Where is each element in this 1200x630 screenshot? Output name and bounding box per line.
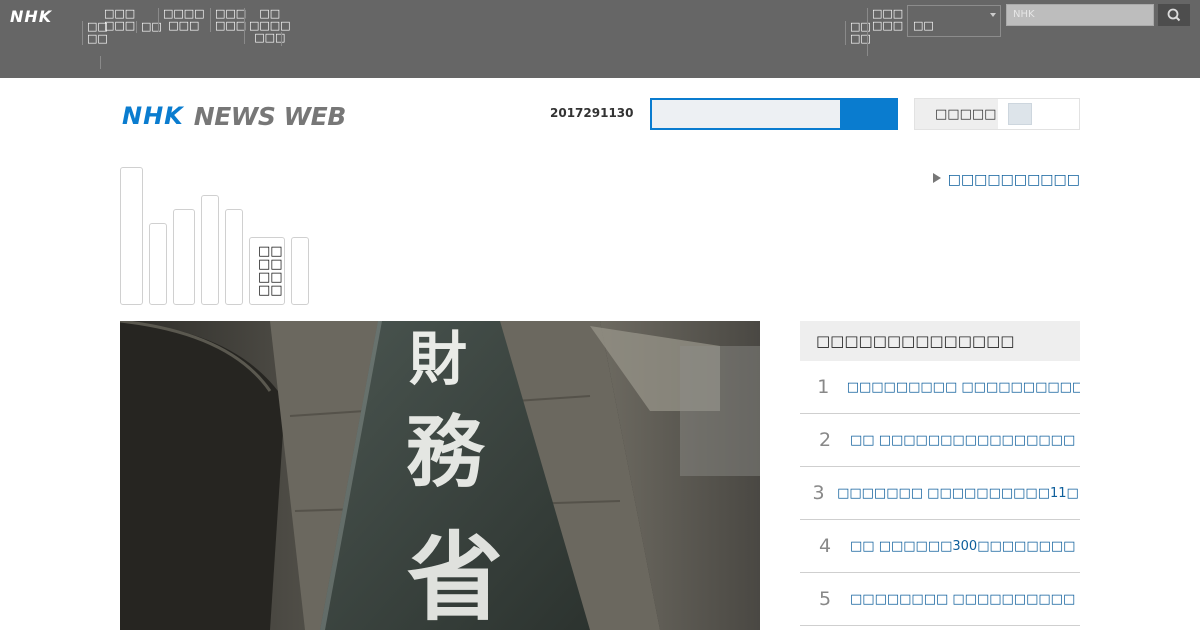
news-web-logo[interactable]: NHK NEWS WEB [122, 100, 346, 132]
triangle-right-icon [932, 173, 941, 183]
ranking-item-title[interactable]: □□ □□□□□□300□□□□□□□□ [850, 539, 1075, 554]
keyword-search-input[interactable] [652, 100, 840, 128]
ranking-item[interactable]: 1 □□□□□□□□□ □□□□□□□□□□□ [800, 361, 1080, 414]
display-toggle-label: □□□□□ [935, 107, 997, 122]
nhk-search-button[interactable] [1158, 4, 1190, 26]
date-text: 2017291130 [550, 106, 634, 120]
category-tab[interactable] [120, 167, 143, 305]
svg-text:省: 省 [407, 521, 503, 630]
ministry-sign-image: 財 務 省 [120, 321, 760, 630]
global-nav-item[interactable]: □□ □□□□ □□□ [244, 8, 295, 44]
news-web-logo-text: NEWS WEB [193, 101, 347, 131]
category-tab[interactable] [173, 209, 195, 305]
ranking-item[interactable]: 4 □□ □□□□□□300□□□□□□□□ [800, 520, 1080, 573]
nhk-search-input[interactable]: NHK [1006, 4, 1154, 26]
ranking-item[interactable]: 3 □□□□□□□ □□□□□□□□□□11□□□□□□□□ [800, 467, 1080, 520]
sign-character: 財 [409, 325, 467, 393]
category-tab[interactable] [291, 237, 309, 305]
global-nav-item[interactable]: □□□□ □□□ [158, 8, 209, 32]
ranking-number: 5 [818, 588, 832, 610]
search-icon [1167, 8, 1181, 22]
ranking-number: 1 [817, 376, 830, 398]
ranking-item[interactable]: 2 □□ □□□□□□□□□□□□□□□□ [800, 414, 1080, 467]
category-tab[interactable]: □□ □□ □□ □□ [249, 237, 285, 305]
category-tab[interactable] [149, 223, 167, 305]
category-tab[interactable] [201, 195, 219, 305]
ranking-item[interactable]: 5 □□□□□□□□ □□□□□□□□□□ [800, 573, 1080, 626]
category-tab-label: □□ □□ □□ □□ [258, 244, 283, 298]
more-news-link-label: □□□□□□□□□□ [947, 172, 1080, 188]
global-nav-item[interactable]: □□□ □□□ [100, 8, 139, 32]
nav-divider [281, 32, 282, 46]
ranking-item-title[interactable]: □□ □□□□□□□□□□□□□□□□ [850, 433, 1075, 448]
ranking-item-title[interactable]: □□□□□□□□ □□□□□□□□□□ [850, 592, 1075, 607]
global-nav-item[interactable]: □□□ □□□ [867, 8, 907, 32]
toggle-track[interactable] [998, 99, 1079, 129]
ranking-title: □□□□□□□□□□□□□□ [800, 321, 1080, 361]
ranking-number: 4 [818, 535, 832, 557]
display-toggle[interactable]: □□□□□ [914, 98, 1080, 130]
svg-text:務: 務 [406, 407, 486, 498]
nav-divider [100, 56, 101, 69]
nav-divider [867, 32, 868, 56]
main-news-photo[interactable]: 財 務 省 [120, 321, 760, 630]
more-news-link[interactable]: □□□□□□□□□□ [932, 172, 1080, 188]
keyword-search-button[interactable] [842, 100, 896, 128]
toggle-knob[interactable] [1008, 103, 1032, 125]
language-select-value: □□ [913, 19, 934, 32]
chevron-down-icon [990, 13, 996, 17]
ranking-number: 3 [812, 482, 825, 504]
news-web-logo-nhk: NHK [122, 102, 184, 130]
global-nav-bar: NHK □□ □□ □□□ □□□ □□ □□□□ □□□ □□□ □□□ □□… [0, 0, 1200, 78]
ranking-number: 2 [818, 429, 832, 451]
ranking-item-title[interactable]: □□□□□□□ □□□□□□□□□□11□□□□□□□□ [837, 486, 1080, 501]
ranking-panel: □□□□□□□□□□□□□□ 1 □□□□□□□□□ □□□□□□□□□□□ 2… [800, 321, 1080, 626]
nhk-logo[interactable]: NHK [10, 7, 52, 26]
keyword-search [650, 98, 898, 130]
category-tab[interactable] [225, 209, 243, 305]
ranking-item-title[interactable]: □□□□□□□□□ □□□□□□□□□□□ [847, 380, 1080, 395]
language-select[interactable]: □□ [907, 5, 1001, 37]
